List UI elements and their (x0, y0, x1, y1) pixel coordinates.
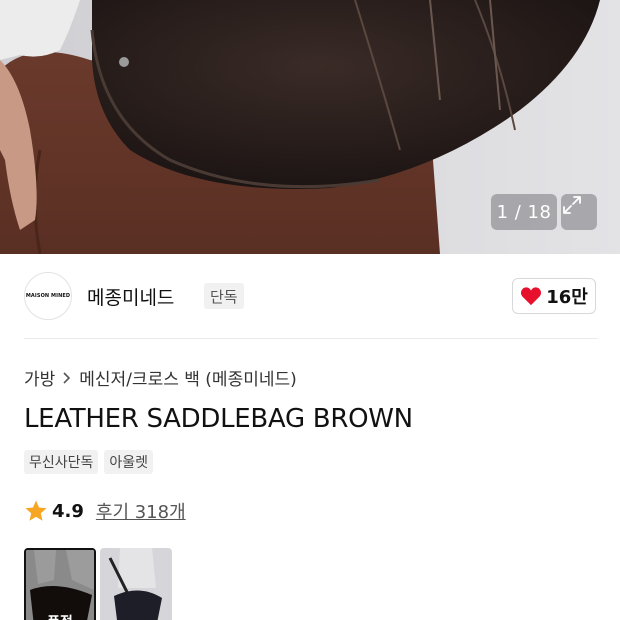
breadcrumb-item-category[interactable]: 메신저/크로스 백 (메종미네드) (79, 365, 296, 390)
thumbnail-image (100, 548, 172, 620)
product-tags: 무신사단독 아울렛 (24, 450, 154, 474)
image-counter: 1 / 18 (491, 194, 557, 230)
heart-icon (521, 287, 542, 306)
thumbnail-image (26, 550, 94, 620)
breadcrumb: 가방 메신저/크로스 백 (메종미네드) (24, 365, 297, 390)
thumbnail-option-1[interactable]: 품절 (24, 548, 96, 620)
product-image-gallery[interactable]: 1 / 18 (0, 0, 620, 254)
brand-logo-text: MAISON MINED (25, 293, 71, 299)
exclusive-badge: 단독 (204, 283, 244, 309)
product-title: LEATHER SADDLEBAG BROWN (24, 404, 413, 434)
color-option-thumbnails: 품절 (24, 548, 172, 620)
review-count-link[interactable]: 후기 318개 (96, 498, 186, 524)
expand-button[interactable] (561, 194, 597, 230)
expand-arrows-icon (563, 196, 581, 214)
chevron-right-icon (63, 371, 71, 384)
star-icon (25, 500, 47, 521)
like-button[interactable]: 16만 (512, 278, 596, 314)
sold-out-label: 품절 (26, 612, 94, 620)
brand-logo[interactable]: MAISON MINED (24, 272, 72, 320)
rating-value: 4.9 (52, 500, 84, 522)
brand-row: MAISON MINED 메종미네드 단독 16만 (24, 270, 598, 322)
breadcrumb-item-bag[interactable]: 가방 (24, 365, 55, 390)
thumbnail-option-2[interactable] (100, 548, 172, 620)
brand-name[interactable]: 메종미네드 (87, 283, 174, 310)
tag-outlet: 아울렛 (104, 450, 154, 474)
like-count: 16만 (546, 287, 588, 308)
tag-musinsa-exclusive: 무신사단독 (24, 450, 99, 474)
divider (24, 338, 598, 339)
rating-row: 4.9 후기 318개 (24, 497, 186, 525)
